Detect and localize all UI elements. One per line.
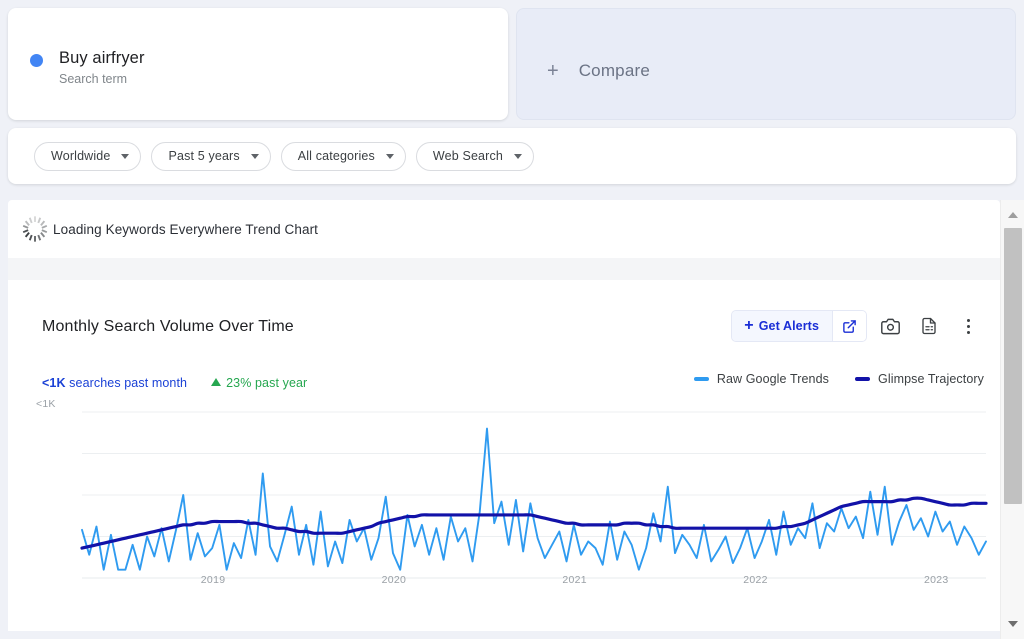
loading-spinner-icon (20, 214, 50, 244)
legend-swatch-trajectory (855, 377, 870, 381)
legend-item-trajectory[interactable]: Glimpse Trajectory (855, 372, 984, 386)
open-external-button[interactable] (832, 311, 866, 341)
get-alerts-button[interactable]: + Get Alerts (732, 311, 832, 341)
export-report-button[interactable] (913, 310, 945, 342)
yearly-change-stat: 23% past year (211, 376, 307, 390)
legend-label-trajectory: Glimpse Trajectory (878, 372, 984, 386)
get-alerts-label: Get Alerts (759, 319, 819, 333)
search-volume-value: <1K (42, 376, 66, 390)
x-axis-tick-label: 2021 (562, 574, 587, 586)
search-term-card[interactable]: Buy airfryer Search term (8, 8, 508, 120)
x-axis-labels: 2019 2020 2021 2022 2023 (34, 574, 992, 590)
search-term-subtitle: Search term (59, 71, 145, 87)
series-color-dot-icon (30, 54, 43, 67)
get-alerts-group: + Get Alerts (731, 310, 867, 342)
camera-icon (881, 317, 900, 336)
chart-plot-area (34, 406, 992, 586)
loading-status: Loading Keywords Everywhere Trend Chart (20, 214, 318, 244)
scrollbar-thumb[interactable] (1004, 228, 1022, 504)
compare-card-content: + Compare (547, 61, 650, 81)
search-term-text: Buy airfryer Search term (59, 48, 145, 87)
filter-location-label: Worldwide (51, 149, 110, 163)
x-axis-tick-label: 2019 (201, 574, 226, 586)
loading-text: Loading Keywords Everywhere Trend Chart (53, 222, 318, 237)
scroll-down-button[interactable] (1001, 613, 1024, 635)
x-axis-tick-label: 2020 (382, 574, 407, 586)
more-options-button[interactable] (952, 310, 984, 342)
vertical-scrollbar[interactable] (1000, 200, 1024, 639)
legend-swatch-raw (694, 377, 709, 381)
chevron-down-icon (514, 154, 522, 159)
x-axis-tick-label: 2023 (924, 574, 949, 586)
triangle-up-icon (1008, 212, 1018, 218)
panel-divider-band (8, 258, 1000, 280)
filter-timerange-label: Past 5 years (168, 149, 239, 163)
chevron-down-icon (386, 154, 394, 159)
filter-search-type-label: Web Search (433, 149, 503, 163)
chart-legend: Raw Google Trends Glimpse Trajectory (694, 372, 984, 386)
filter-search-type[interactable]: Web Search (416, 142, 534, 171)
trend-chart-card: Monthly Search Volume Over Time <1K sear… (34, 288, 992, 606)
plus-icon: + (744, 318, 753, 334)
triangle-down-icon (1008, 621, 1018, 627)
loading-panel: Loading Keywords Everywhere Trend Chart (8, 200, 1000, 258)
chevron-down-icon (121, 154, 129, 159)
legend-item-raw[interactable]: Raw Google Trends (694, 372, 829, 386)
filter-category[interactable]: All categories (281, 142, 406, 171)
search-term-card-content: Buy airfryer Search term (30, 48, 145, 87)
scroll-up-button[interactable] (1001, 204, 1024, 226)
filter-timerange[interactable]: Past 5 years (151, 142, 270, 171)
filter-location[interactable]: Worldwide (34, 142, 141, 171)
chart-panel: Monthly Search Volume Over Time <1K sear… (8, 280, 1000, 631)
chevron-down-icon (251, 154, 259, 159)
series-line (82, 429, 986, 570)
search-volume-label: searches past month (66, 376, 188, 390)
yearly-change-label: 23% past year (226, 376, 307, 390)
triangle-up-icon (211, 378, 221, 386)
chart-toolbar: + Get Alerts (731, 310, 984, 342)
document-report-icon (920, 317, 938, 335)
search-term-title: Buy airfryer (59, 48, 145, 68)
screenshot-button[interactable] (874, 310, 906, 342)
filter-category-label: All categories (298, 149, 375, 163)
chart-title: Monthly Search Volume Over Time (42, 318, 294, 336)
more-vertical-icon (967, 310, 970, 342)
trend-line-chart (34, 406, 992, 586)
compare-card[interactable]: + Compare (516, 8, 1016, 120)
search-volume-stat: <1K searches past month (42, 376, 187, 390)
plus-icon: + (547, 61, 559, 81)
legend-label-raw: Raw Google Trends (717, 372, 829, 386)
compare-label: Compare (579, 61, 650, 81)
chart-stats: <1K searches past month 23% past year (42, 376, 307, 390)
x-axis-tick-label: 2022 (743, 574, 768, 586)
trends-page: Buy airfryer Search term + Compare World… (0, 0, 1024, 639)
filter-bar: Worldwide Past 5 years All categories We… (8, 128, 1016, 184)
external-link-icon (842, 319, 857, 334)
search-terms-row: Buy airfryer Search term + Compare (8, 8, 1016, 120)
